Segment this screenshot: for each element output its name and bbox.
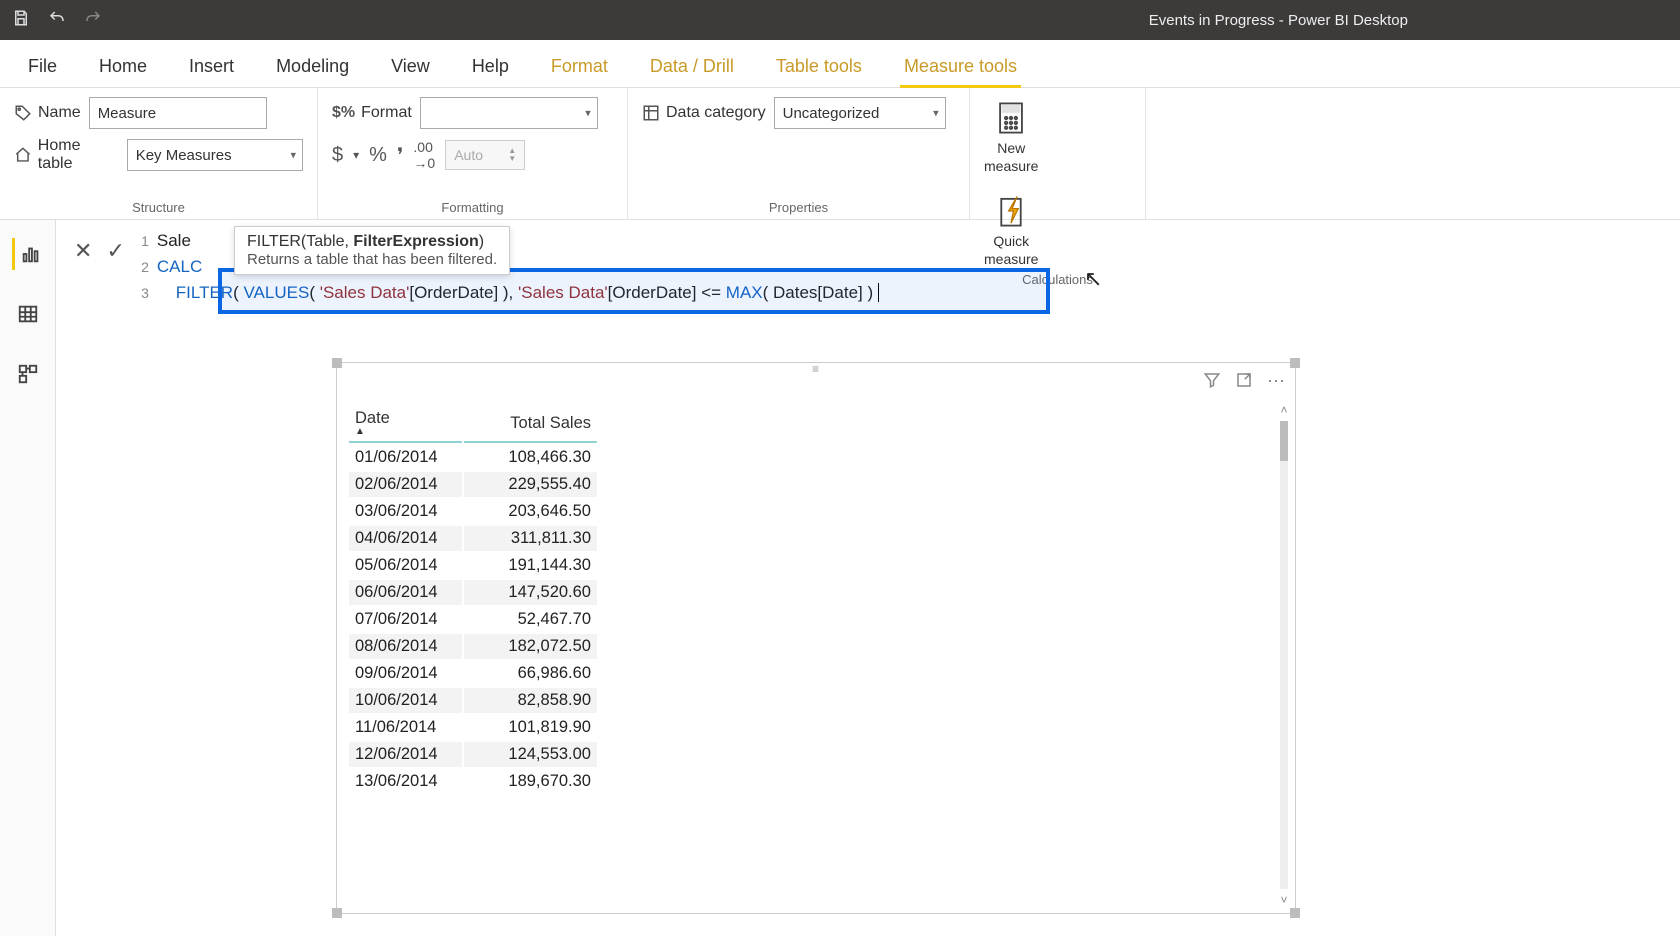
data-table: Date▲ Total Sales 01/06/2014108,466.3002… bbox=[347, 403, 599, 796]
table-row[interactable]: 10/06/201482,858.90 bbox=[349, 688, 597, 713]
tag-icon bbox=[14, 104, 32, 122]
tab-modeling[interactable]: Modeling bbox=[272, 46, 353, 87]
currency-chevron-down-icon[interactable]: ▾ bbox=[353, 148, 359, 162]
category-icon bbox=[642, 104, 660, 122]
name-label: Name bbox=[14, 104, 81, 122]
redo-icon[interactable] bbox=[84, 9, 102, 32]
table-row[interactable]: 02/06/2014229,555.40 bbox=[349, 472, 597, 497]
home-icon bbox=[14, 146, 32, 164]
format-label: $% Format bbox=[332, 104, 412, 122]
sort-asc-icon: ▲ bbox=[355, 426, 456, 437]
ribbon-body: Name Measure Home table Key Measures Str… bbox=[0, 88, 1680, 220]
group-calculations: New measure Quick measure Calculations bbox=[970, 88, 1146, 219]
table-row[interactable]: 05/06/2014191,144.30 bbox=[349, 553, 597, 578]
gutter-1: 1 bbox=[135, 233, 157, 249]
app-title: Events in Progress - Power BI Desktop bbox=[1149, 12, 1408, 29]
data-view-icon[interactable] bbox=[12, 298, 44, 330]
resize-handle[interactable] bbox=[332, 908, 342, 918]
gutter-3: 3 bbox=[135, 285, 157, 301]
data-category-label: Data category bbox=[642, 104, 766, 122]
group-structure-label: Structure bbox=[14, 196, 303, 215]
table-row[interactable]: 08/06/2014182,072.50 bbox=[349, 634, 597, 659]
table-row[interactable]: 07/06/201452,467.70 bbox=[349, 607, 597, 632]
scroll-thumb[interactable] bbox=[1280, 421, 1288, 461]
report-view-icon[interactable] bbox=[12, 238, 44, 270]
table-row[interactable]: 01/06/2014108,466.30 bbox=[349, 445, 597, 470]
gutter-2: 2 bbox=[135, 259, 157, 275]
table-row[interactable]: 06/06/2014147,520.60 bbox=[349, 580, 597, 605]
tab-help[interactable]: Help bbox=[468, 46, 513, 87]
group-properties: Data category Uncategorized Properties bbox=[628, 88, 970, 219]
formula-cancel-icon[interactable]: ✕ bbox=[74, 238, 92, 264]
home-table-label: Home table bbox=[14, 137, 119, 173]
tab-home[interactable]: Home bbox=[95, 46, 151, 87]
title-bar: Events in Progress - Power BI Desktop bbox=[0, 0, 1680, 40]
measure-name-input[interactable]: Measure bbox=[89, 97, 267, 129]
tab-measure-tools[interactable]: Measure tools bbox=[900, 46, 1021, 87]
report-canvas[interactable]: ≡ ⋯ Date▲ Total Sales 01/06/2014108,466.… bbox=[56, 320, 1680, 936]
group-formatting-label: Formatting bbox=[332, 196, 613, 215]
table-row[interactable]: 03/06/2014203,646.50 bbox=[349, 499, 597, 524]
table-row[interactable]: 04/06/2014311,811.30 bbox=[349, 526, 597, 551]
tab-insert[interactable]: Insert bbox=[185, 46, 238, 87]
table-visual-frame[interactable]: ≡ ⋯ Date▲ Total Sales 01/06/2014108,466.… bbox=[336, 362, 1296, 914]
tab-format[interactable]: Format bbox=[547, 46, 612, 87]
spinner-down-icon[interactable]: ▼ bbox=[508, 155, 522, 163]
filter-icon[interactable] bbox=[1203, 371, 1221, 394]
save-icon[interactable] bbox=[12, 9, 30, 32]
focus-mode-icon[interactable] bbox=[1235, 371, 1253, 394]
column-header-date[interactable]: Date▲ bbox=[349, 405, 462, 443]
group-formatting: $% Format $ ▾ % ❜ .00→0 Auto ▲▼ Formatti… bbox=[318, 88, 628, 219]
intellisense-tooltip: FILTER(Table, FilterExpression) Returns … bbox=[234, 226, 510, 275]
format-select[interactable] bbox=[420, 97, 598, 129]
tab-data-drill[interactable]: Data / Drill bbox=[646, 46, 738, 87]
resize-handle[interactable] bbox=[1290, 908, 1300, 918]
tab-view[interactable]: View bbox=[387, 46, 434, 87]
home-table-select[interactable]: Key Measures bbox=[127, 139, 303, 171]
currency-button[interactable]: $ bbox=[332, 144, 343, 167]
mouse-cursor-icon: ↖ bbox=[1084, 266, 1102, 292]
table-row[interactable]: 09/06/201466,986.60 bbox=[349, 661, 597, 686]
decimal-places-input[interactable]: Auto ▲▼ bbox=[445, 140, 525, 170]
calculator-icon bbox=[993, 100, 1029, 136]
thousands-button[interactable]: ❜ bbox=[397, 143, 403, 168]
undo-icon[interactable] bbox=[48, 9, 66, 32]
group-structure: Name Measure Home table Key Measures Str… bbox=[0, 88, 318, 219]
formula-commit-icon[interactable]: ✓ bbox=[106, 238, 124, 264]
column-header-total-sales[interactable]: Total Sales bbox=[464, 405, 597, 443]
tab-file[interactable]: File bbox=[24, 46, 61, 87]
scroll-up-icon[interactable]: ˄ bbox=[1277, 403, 1291, 417]
data-category-select[interactable]: Uncategorized bbox=[774, 97, 946, 129]
visual-drag-grip-icon[interactable]: ≡ bbox=[801, 362, 831, 370]
ribbon-tabs: File Home Insert Modeling View Help Form… bbox=[0, 40, 1680, 88]
new-measure-button[interactable]: New measure bbox=[984, 100, 1038, 175]
left-nav-rail bbox=[0, 220, 56, 936]
percent-button[interactable]: % bbox=[369, 144, 387, 167]
tab-table-tools[interactable]: Table tools bbox=[772, 46, 866, 87]
scroll-down-icon[interactable]: ˅ bbox=[1277, 893, 1291, 907]
decimal-button[interactable]: .00→0 bbox=[413, 139, 435, 171]
table-row[interactable]: 11/06/2014101,819.90 bbox=[349, 715, 597, 740]
group-properties-label: Properties bbox=[642, 196, 955, 215]
more-options-icon[interactable]: ⋯ bbox=[1267, 371, 1285, 394]
model-view-icon[interactable] bbox=[12, 358, 44, 390]
format-prefix-icon: $% bbox=[332, 104, 355, 122]
visual-scrollbar[interactable]: ˄ ˅ bbox=[1277, 403, 1291, 907]
table-row[interactable]: 12/06/2014124,553.00 bbox=[349, 742, 597, 767]
table-row[interactable]: 13/06/2014189,670.30 bbox=[349, 769, 597, 794]
